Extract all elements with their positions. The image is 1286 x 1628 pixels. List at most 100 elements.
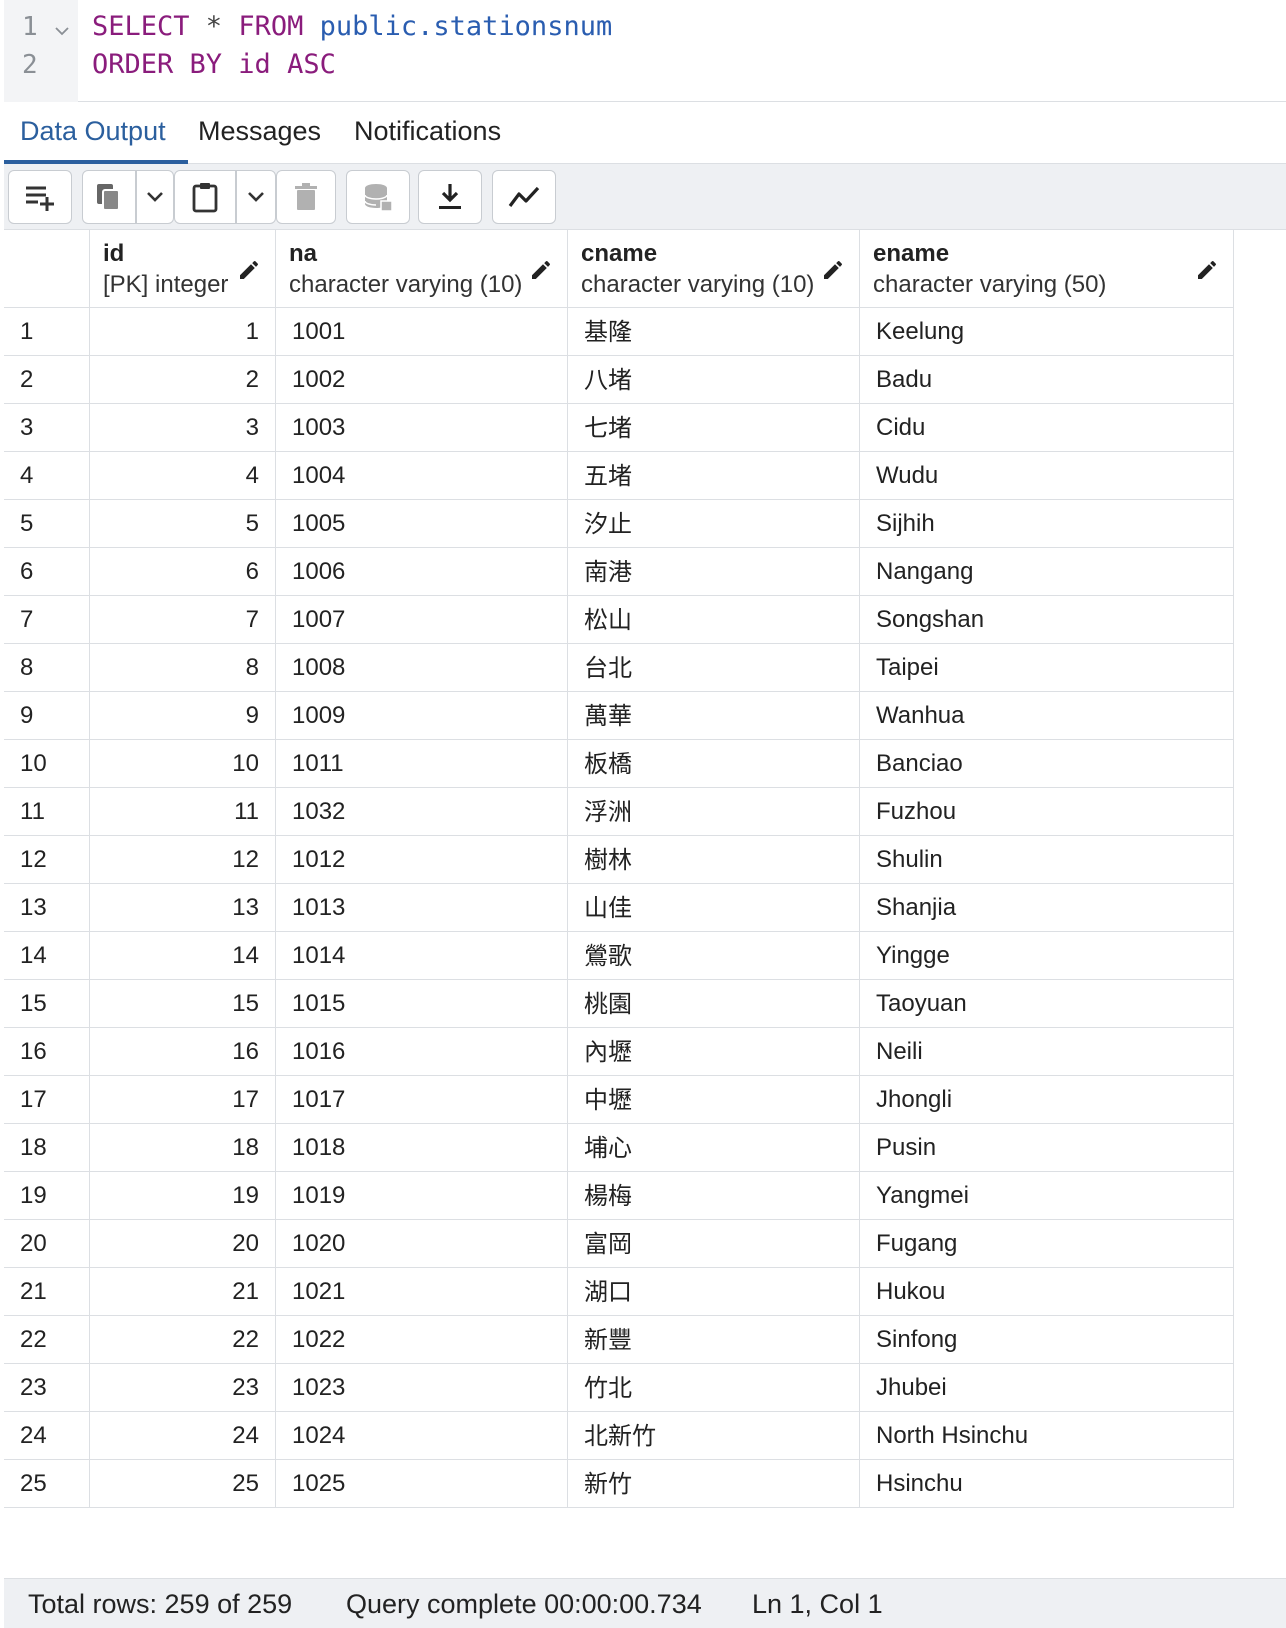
column-header-na[interactable]: na character varying (10): [276, 230, 568, 308]
graph-visualiser-button[interactable]: [492, 170, 556, 224]
cell-ename[interactable]: Wanhua: [860, 692, 1234, 740]
save-data-button[interactable]: [346, 170, 410, 224]
cell-ename[interactable]: Sinfong: [860, 1316, 1234, 1364]
cell-ename[interactable]: Yangmei: [860, 1172, 1234, 1220]
cell-na[interactable]: 1006: [276, 548, 568, 596]
row-number-cell[interactable]: 3: [4, 404, 90, 452]
cell-cname[interactable]: 基隆: [568, 308, 860, 356]
edit-pencil-icon[interactable]: [237, 258, 261, 282]
cell-cname[interactable]: 浮洲: [568, 788, 860, 836]
cell-cname[interactable]: 鶯歌: [568, 932, 860, 980]
row-number-cell[interactable]: 23: [4, 1364, 90, 1412]
cell-id[interactable]: 17: [90, 1076, 276, 1124]
cell-id[interactable]: 9: [90, 692, 276, 740]
row-number-header[interactable]: [4, 230, 90, 308]
cell-na[interactable]: 1024: [276, 1412, 568, 1460]
cell-na[interactable]: 1001: [276, 308, 568, 356]
copy-button[interactable]: [82, 170, 136, 224]
cell-cname[interactable]: 富岡: [568, 1220, 860, 1268]
cell-na[interactable]: 1016: [276, 1028, 568, 1076]
table-row[interactable]: 6 6 1006 南港 Nangang: [4, 548, 1286, 598]
cell-cname[interactable]: 台北: [568, 644, 860, 692]
table-row[interactable]: 17 17 1017 中壢 Jhongli: [4, 1076, 1286, 1126]
table-row[interactable]: 8 8 1008 台北 Taipei: [4, 644, 1286, 694]
cell-ename[interactable]: Shanjia: [860, 884, 1234, 932]
cell-ename[interactable]: Neili: [860, 1028, 1234, 1076]
copy-options-dropdown[interactable]: [136, 170, 174, 224]
cell-na[interactable]: 1023: [276, 1364, 568, 1412]
row-number-cell[interactable]: 10: [4, 740, 90, 788]
table-row[interactable]: 10 10 1011 板橋 Banciao: [4, 740, 1286, 790]
row-number-cell[interactable]: 9: [4, 692, 90, 740]
cell-ename[interactable]: Cidu: [860, 404, 1234, 452]
cell-id[interactable]: 23: [90, 1364, 276, 1412]
row-number-cell[interactable]: 4: [4, 452, 90, 500]
row-number-cell[interactable]: 12: [4, 836, 90, 884]
cell-cname[interactable]: 楊梅: [568, 1172, 860, 1220]
row-number-cell[interactable]: 5: [4, 500, 90, 548]
cell-na[interactable]: 1013: [276, 884, 568, 932]
cell-id[interactable]: 10: [90, 740, 276, 788]
cell-na[interactable]: 1007: [276, 596, 568, 644]
cell-na[interactable]: 1015: [276, 980, 568, 1028]
row-number-cell[interactable]: 18: [4, 1124, 90, 1172]
cell-id[interactable]: 24: [90, 1412, 276, 1460]
table-row[interactable]: 7 7 1007 松山 Songshan: [4, 596, 1286, 646]
row-number-cell[interactable]: 7: [4, 596, 90, 644]
table-row[interactable]: 12 12 1012 樹林 Shulin: [4, 836, 1286, 886]
cell-ename[interactable]: North Hsinchu: [860, 1412, 1234, 1460]
cell-id[interactable]: 11: [90, 788, 276, 836]
cell-ename[interactable]: Hukou: [860, 1268, 1234, 1316]
cell-na[interactable]: 1002: [276, 356, 568, 404]
column-header-cname[interactable]: cname character varying (10): [568, 230, 860, 308]
cell-id[interactable]: 5: [90, 500, 276, 548]
cell-id[interactable]: 14: [90, 932, 276, 980]
cell-cname[interactable]: 內壢: [568, 1028, 860, 1076]
table-row[interactable]: 1 1 1001 基隆 Keelung: [4, 308, 1286, 358]
cell-ename[interactable]: Taipei: [860, 644, 1234, 692]
table-row[interactable]: 13 13 1013 山佳 Shanjia: [4, 884, 1286, 934]
table-row[interactable]: 14 14 1014 鶯歌 Yingge: [4, 932, 1286, 982]
cell-na[interactable]: 1019: [276, 1172, 568, 1220]
row-number-cell[interactable]: 2: [4, 356, 90, 404]
cell-cname[interactable]: 竹北: [568, 1364, 860, 1412]
row-number-cell[interactable]: 15: [4, 980, 90, 1028]
cell-ename[interactable]: Sijhih: [860, 500, 1234, 548]
cell-ename[interactable]: Fugang: [860, 1220, 1234, 1268]
table-row[interactable]: 3 3 1003 七堵 Cidu: [4, 404, 1286, 454]
cell-cname[interactable]: 板橋: [568, 740, 860, 788]
cell-cname[interactable]: 汐止: [568, 500, 860, 548]
cell-ename[interactable]: Fuzhou: [860, 788, 1234, 836]
tab-notifications[interactable]: Notifications: [354, 116, 501, 147]
cell-na[interactable]: 1004: [276, 452, 568, 500]
row-number-cell[interactable]: 1: [4, 308, 90, 356]
cell-na[interactable]: 1025: [276, 1460, 568, 1508]
cell-id[interactable]: 8: [90, 644, 276, 692]
table-row[interactable]: 18 18 1018 埔心 Pusin: [4, 1124, 1286, 1174]
table-row[interactable]: 2 2 1002 八堵 Badu: [4, 356, 1286, 406]
cell-id[interactable]: 19: [90, 1172, 276, 1220]
cell-na[interactable]: 1022: [276, 1316, 568, 1364]
cell-cname[interactable]: 中壢: [568, 1076, 860, 1124]
query-editor[interactable]: 1 2 SELECT * FROM public.stationsnum ORD…: [4, 0, 1286, 102]
cell-id[interactable]: 12: [90, 836, 276, 884]
table-row[interactable]: 22 22 1022 新豐 Sinfong: [4, 1316, 1286, 1366]
cell-cname[interactable]: 八堵: [568, 356, 860, 404]
row-number-cell[interactable]: 8: [4, 644, 90, 692]
table-row[interactable]: 19 19 1019 楊梅 Yangmei: [4, 1172, 1286, 1222]
table-row[interactable]: 4 4 1004 五堵 Wudu: [4, 452, 1286, 502]
cell-id[interactable]: 22: [90, 1316, 276, 1364]
row-number-cell[interactable]: 19: [4, 1172, 90, 1220]
results-grid[interactable]: id [PK] integer na character varying (10…: [4, 230, 1286, 1578]
code-line[interactable]: SELECT * FROM public.stationsnum: [92, 11, 612, 42]
row-number-cell[interactable]: 24: [4, 1412, 90, 1460]
row-number-cell[interactable]: 17: [4, 1076, 90, 1124]
cell-na[interactable]: 1018: [276, 1124, 568, 1172]
table-row[interactable]: 24 24 1024 北新竹 North Hsinchu: [4, 1412, 1286, 1462]
cell-cname[interactable]: 萬華: [568, 692, 860, 740]
row-number-cell[interactable]: 11: [4, 788, 90, 836]
cell-ename[interactable]: Wudu: [860, 452, 1234, 500]
cell-ename[interactable]: Badu: [860, 356, 1234, 404]
tab-messages[interactable]: Messages: [198, 116, 321, 147]
cell-cname[interactable]: 南港: [568, 548, 860, 596]
